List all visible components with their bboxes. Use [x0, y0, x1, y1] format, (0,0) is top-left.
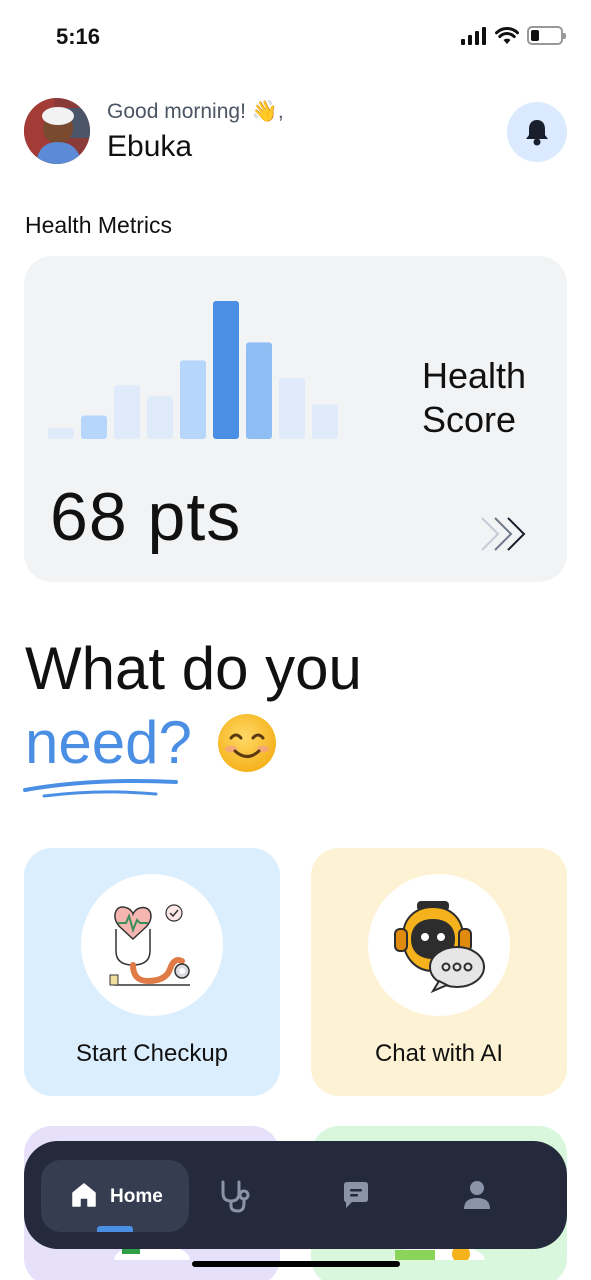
- wifi-icon: [495, 26, 519, 44]
- start-checkup-label: Start Checkup: [75, 1040, 229, 1067]
- health-bar: [246, 342, 272, 439]
- chat-with-ai-label: Chat with AI: [374, 1040, 504, 1067]
- greeting-text: Good morning! 👋,: [107, 100, 284, 123]
- headline-line1: What do you: [25, 635, 362, 702]
- headline-accent: need?: [25, 709, 192, 776]
- user-name: Ebuka: [107, 130, 193, 163]
- avatar[interactable]: [24, 98, 90, 164]
- health-bar: [81, 415, 107, 439]
- smiling-face-icon: [218, 714, 276, 772]
- home-indicator: [192, 1261, 400, 1267]
- section-title-health-metrics: Health Metrics: [25, 212, 172, 238]
- status-time: 5:16: [56, 24, 101, 49]
- health-score-value: 68 pts: [50, 479, 242, 555]
- health-metrics-card[interactable]: Health Score 68 pts: [24, 256, 567, 582]
- health-bar: [147, 396, 173, 439]
- health-bar: [114, 385, 140, 439]
- stethoscope-heart-icon: [109, 904, 190, 986]
- chevrons-right-icon[interactable]: [479, 514, 531, 554]
- profile-icon[interactable]: [462, 1179, 492, 1211]
- status-bar: 5:16: [0, 0, 591, 76]
- health-bar: [180, 360, 206, 439]
- bottom-tab-bar: Home: [24, 1141, 567, 1249]
- signal-icon: [461, 26, 486, 45]
- header: Good morning! 👋, Ebuka: [24, 98, 567, 166]
- chat-with-ai-tile[interactable]: Chat with AI: [311, 848, 567, 1096]
- stethoscope-icon[interactable]: [218, 1179, 252, 1213]
- health-bar: [312, 404, 338, 439]
- health-bar: [48, 427, 74, 439]
- bell-icon: [526, 120, 548, 146]
- health-bar: [279, 378, 305, 439]
- home-icon: [72, 1183, 96, 1207]
- chat-icon[interactable]: [340, 1179, 372, 1211]
- health-bar-chart: [48, 301, 338, 439]
- battery-icon: [527, 26, 566, 45]
- status-icons: [461, 26, 566, 45]
- ai-robot-chat-icon: [394, 901, 485, 993]
- health-score-label-line1: Health: [422, 355, 527, 396]
- chat-with-ai-illustration: [368, 874, 510, 1016]
- health-score-label: Health Score: [422, 354, 526, 442]
- health-bar: [213, 301, 239, 439]
- tab-home[interactable]: Home: [41, 1160, 189, 1232]
- start-checkup-illustration: [81, 874, 223, 1016]
- notifications-button[interactable]: [507, 102, 567, 162]
- tab-active-indicator: [97, 1226, 133, 1232]
- health-score-label-line2: Score: [422, 399, 517, 440]
- headline-underline: [23, 779, 178, 798]
- tab-home-label: Home: [110, 1186, 163, 1207]
- headline: What do you need?: [25, 632, 362, 780]
- start-checkup-tile[interactable]: Start Checkup: [24, 848, 280, 1096]
